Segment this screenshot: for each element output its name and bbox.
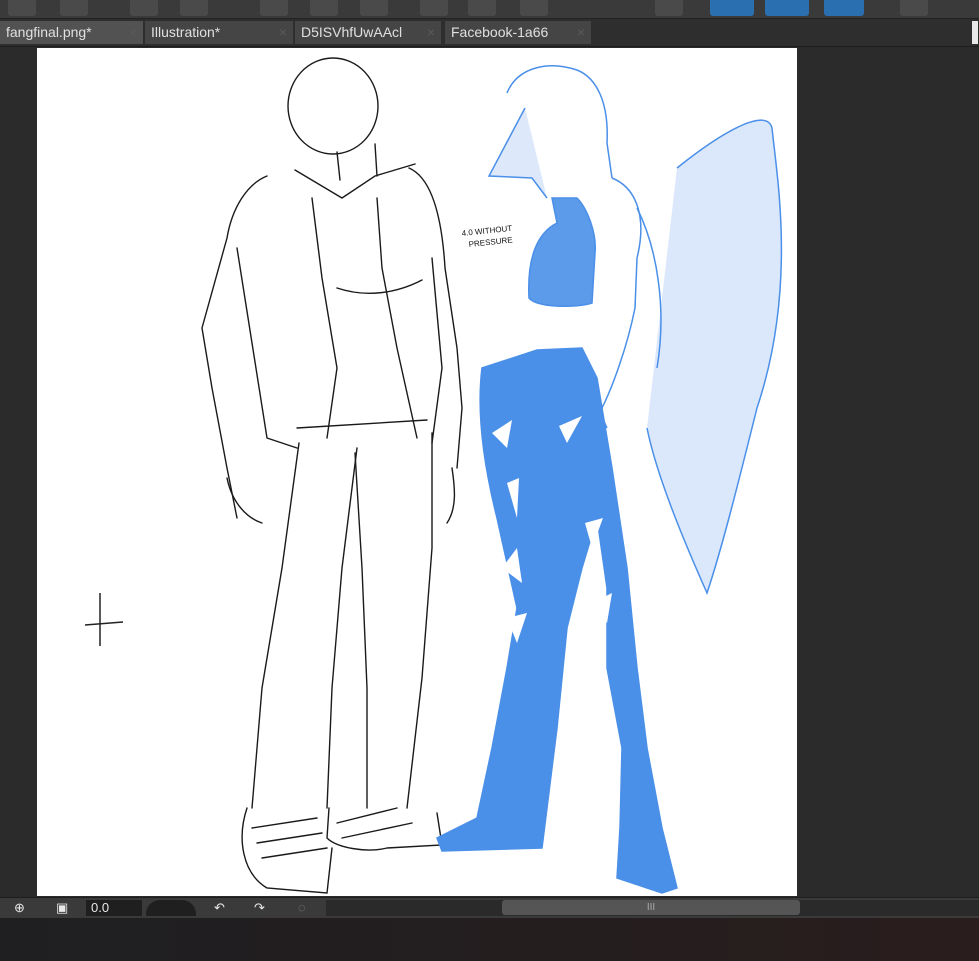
undo-icon[interactable]: [130, 0, 158, 16]
navigator-icon[interactable]: ⊕: [14, 900, 25, 916]
tab-illustration[interactable]: Illustration* ×: [145, 21, 293, 44]
crosshair-icon[interactable]: [824, 0, 864, 16]
copy-icon[interactable]: [310, 0, 338, 16]
tab-fangfinal[interactable]: fangfinal.png* ×: [0, 21, 143, 44]
status-bar: ⊕ ▣ 0.0 ↶ ↷ ◌ III: [0, 897, 979, 918]
rotation-field[interactable]: 0.0: [86, 900, 142, 916]
save-icon[interactable]: [60, 0, 88, 16]
registration-mark: [84, 593, 124, 646]
drawing-canvas[interactable]: 4.0 WITHOUT PRESSURE: [37, 48, 797, 896]
close-icon[interactable]: ×: [129, 21, 137, 44]
tab-label: D5ISVhfUwAAcl: [301, 24, 403, 40]
frame-icon[interactable]: [900, 0, 928, 16]
fill-icon[interactable]: [360, 0, 388, 16]
pen-icon[interactable]: [420, 0, 448, 16]
tab-label: Facebook-1a66: [451, 24, 549, 40]
tab-d5isvhf[interactable]: D5ISVhfUwAAcl ×: [295, 21, 441, 44]
snap-special-icon[interactable]: [765, 0, 809, 16]
tab-label: Illustration*: [151, 24, 221, 40]
eraser-icon[interactable]: [468, 0, 496, 16]
horizontal-scrollbar[interactable]: III: [326, 900, 979, 916]
sketch-figure: [201, 57, 463, 894]
new-file-icon[interactable]: [8, 0, 36, 16]
close-icon[interactable]: ×: [279, 21, 287, 44]
tab-bar-scroll[interactable]: [972, 21, 978, 44]
transform-icon[interactable]: [260, 0, 288, 16]
ruler-icon[interactable]: [520, 0, 548, 16]
tab-facebook[interactable]: Facebook-1a66 ×: [445, 21, 591, 44]
fit-icon[interactable]: ▣: [56, 900, 68, 916]
tab-label: fangfinal.png*: [6, 24, 92, 40]
reset-rotation-icon[interactable]: ◌: [298, 900, 306, 916]
top-toolbar: [0, 0, 979, 19]
document-tab-bar: fangfinal.png* × Illustration* × D5ISVhf…: [0, 19, 979, 47]
canvas-area[interactable]: 4.0 WITHOUT PRESSURE: [0, 47, 979, 897]
annotation-line-2: PRESSURE: [468, 235, 513, 249]
grid-icon[interactable]: [655, 0, 683, 16]
rotate-right-icon[interactable]: ↷: [254, 900, 265, 916]
scrollbar-thumb[interactable]: III: [502, 900, 800, 915]
desktop-background: [0, 918, 979, 961]
snap-icon[interactable]: [710, 0, 754, 16]
close-icon[interactable]: ×: [427, 21, 435, 44]
rotate-left-icon[interactable]: ↶: [214, 900, 225, 916]
close-icon[interactable]: ×: [577, 21, 585, 44]
rotation-dial[interactable]: [146, 900, 196, 916]
artwork: 4.0 WITHOUT PRESSURE: [84, 57, 783, 894]
colored-figure: [436, 65, 783, 894]
redo-icon[interactable]: [180, 0, 208, 16]
